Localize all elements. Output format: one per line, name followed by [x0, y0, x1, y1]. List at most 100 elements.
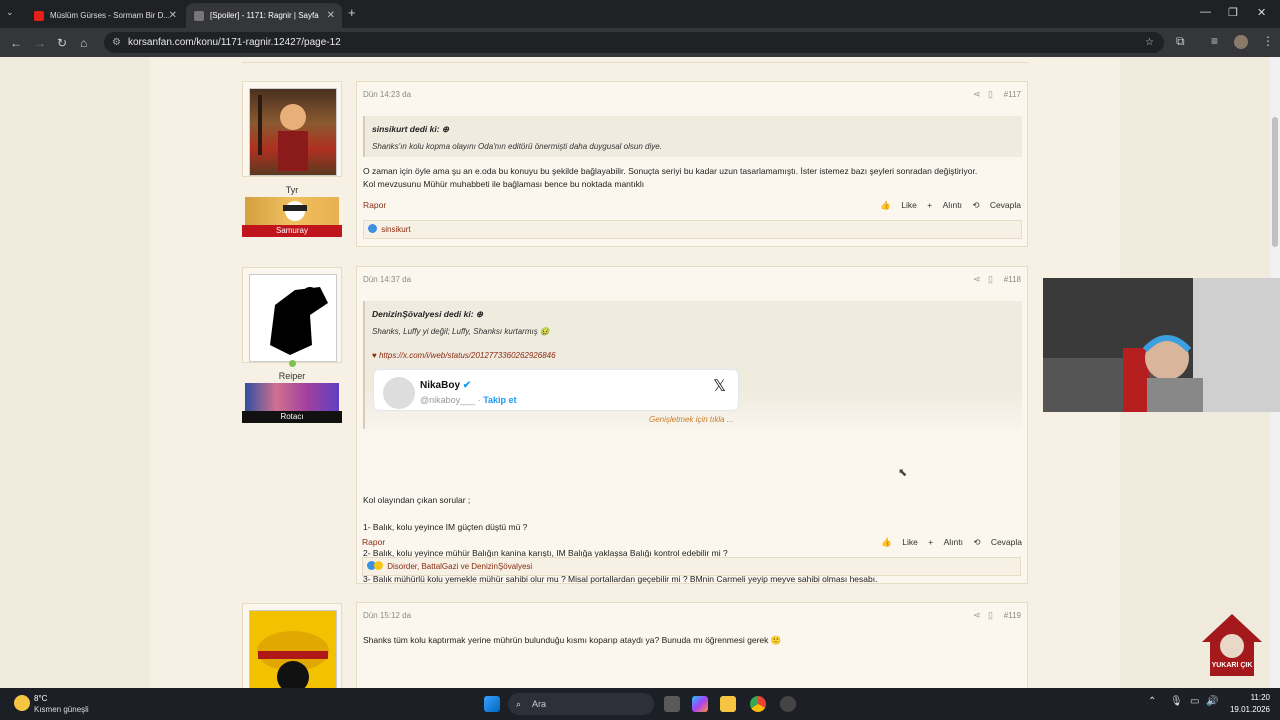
media-icon[interactable]: ≡ [1211, 34, 1218, 48]
close-tab-icon[interactable]: ✕ [169, 10, 177, 21]
weather-desc[interactable]: Kısmen güneşli [34, 705, 89, 714]
tweet-link[interactable]: ♥ https://x.com/i/web/status/20127733602… [372, 351, 556, 360]
quote-author[interactable]: sinsikurt dedi ki: ⊕ [372, 124, 449, 135]
rank-label: Samuray [242, 225, 342, 237]
search-label: Ara [532, 699, 547, 709]
task-view-icon[interactable] [664, 696, 680, 712]
weather-icon[interactable] [14, 695, 30, 711]
username[interactable]: Tyr [242, 185, 342, 195]
mouse-cursor-icon: ⬉ [898, 467, 908, 479]
like-label: Like [902, 537, 918, 547]
x-logo-icon: 𝕏 [713, 378, 726, 395]
like-button[interactable]: 👍 Like [881, 537, 918, 547]
tray-chevron-icon[interactable]: ⌃ [1148, 696, 1156, 707]
tweet-embed[interactable]: NikaBoy ✔ @nikaboy___ · Takip et 𝕏 [373, 369, 739, 411]
reactions-bar[interactable]: sinsikurt [363, 220, 1022, 239]
tab-search-icon[interactable]: ⌄ [6, 7, 14, 18]
reply-label: Cevapla [990, 537, 1022, 547]
reaction-users[interactable]: Disorder, BattalGazi ve DenizinŞövalyesi [387, 562, 532, 571]
chrome-icon[interactable] [750, 696, 766, 712]
follow-link[interactable]: Takip et [483, 395, 516, 405]
menu-icon[interactable]: ⋮ [1262, 34, 1274, 48]
tweet-name: NikaBoy ✔ [420, 380, 471, 391]
reply-button[interactable]: ⟲ Cevapla [972, 200, 1021, 210]
scroll-top-label: YUKARI ÇIK [1211, 662, 1253, 669]
report-link[interactable]: Rapor [363, 200, 386, 210]
profile-avatar[interactable] [1234, 35, 1248, 49]
copilot-icon[interactable] [692, 696, 708, 712]
tab-title: [Spoiler] - 1171: Ragnir | Sayfa [210, 11, 319, 20]
minimize-button[interactable]: — [1200, 6, 1211, 18]
post-time[interactable]: Dün 15:12 da [363, 611, 411, 620]
forward-icon[interactable]: → [34, 36, 46, 50]
quote-button[interactable]: + Alıntı [928, 537, 963, 547]
new-tab-button[interactable]: + [348, 5, 356, 20]
rank-label: Rotacı [242, 411, 342, 423]
share-icon[interactable]: ⋖ [973, 610, 981, 620]
haha-reaction-icon [374, 561, 383, 570]
volume-icon[interactable]: 🔊 [1206, 696, 1218, 707]
tweet-handle: @nikaboy___ · Takip et [420, 395, 517, 405]
share-icon[interactable]: ⋖ [973, 89, 981, 99]
post-icons: ⋖ ▯ [973, 274, 993, 285]
browser-tab-strip: ⌄ Müslüm Gürses - Sormam Bir D... ✕ [Spo… [0, 0, 1280, 28]
clock-date[interactable]: 19.01.2026 [1222, 705, 1270, 714]
tweet-link-text: https://x.com/i/web/status/2012773360262… [378, 351, 556, 360]
username[interactable]: Reiper [242, 371, 342, 381]
quote-block: DenizinŞövalyesi dedi ki: ⊕ Shanks, Luff… [363, 301, 1022, 429]
avatar[interactable] [249, 88, 337, 176]
reply-label: Cevapla [989, 200, 1021, 210]
post-number[interactable]: #119 [1004, 611, 1021, 620]
post-text-line: Kol olayından çıkan sorular ; [363, 495, 471, 505]
avatar[interactable] [249, 610, 337, 688]
post-119: Dün 15:12 da ⋖ ▯ #119 Shanks tüm kolu ka… [356, 602, 1028, 688]
bookmark-star-icon[interactable]: ☆ [1145, 32, 1154, 53]
home-icon[interactable]: ⌂ [80, 36, 87, 50]
expand-link[interactable]: Genişletmek için tıkla ... [649, 415, 733, 424]
back-icon[interactable]: ← [10, 36, 22, 50]
site-info-icon[interactable]: ⚙ [112, 32, 121, 53]
share-icon[interactable]: ⋖ [973, 274, 981, 284]
network-icon[interactable]: ▭ [1190, 696, 1199, 707]
reactions-bar[interactable]: Disorder, BattalGazi ve DenizinŞövalyesi [362, 557, 1021, 576]
quote-text: Shanks, Luffy yi değil; Luffy, Shanksı k… [372, 327, 550, 336]
reaction-users[interactable]: sinsikurt [381, 225, 410, 234]
like-button[interactable]: 👍 Like [880, 200, 917, 210]
post-time[interactable]: Dün 14:23 da [363, 90, 411, 99]
scrollbar-thumb[interactable] [1272, 117, 1278, 247]
reply-button[interactable]: ⟲ Cevapla [973, 537, 1022, 547]
post-text-line: Shanks tüm kolu kaptırmak yerine mührün … [363, 635, 782, 645]
url-input[interactable]: ⚙ korsanfan.com/konu/1171-ragnir.12427/p… [104, 32, 1164, 53]
tab-forum[interactable]: [Spoiler] - 1171: Ragnir | Sayfa ✕ [186, 3, 342, 28]
clock-time[interactable]: 11:20 [1230, 693, 1270, 702]
taskbar-search[interactable]: ⌕ Ara [508, 693, 654, 715]
quote-author[interactable]: DenizinŞövalyesi dedi ki: ⊕ [372, 309, 483, 320]
avatar[interactable] [249, 274, 337, 362]
quote-label: Alıntı [943, 537, 963, 547]
report-link[interactable]: Rapor [362, 537, 385, 547]
user-avatar-box [242, 81, 342, 177]
scroll-top-button[interactable]: YUKARI ÇIK [1200, 612, 1264, 678]
quote-block: sinsikurt dedi ki: ⊕ Shanks'ın kolu kopm… [363, 116, 1022, 157]
quote-button[interactable]: + Alıntı [927, 200, 962, 210]
weather-temp[interactable]: 8°C [34, 694, 47, 703]
post-time[interactable]: Dün 14:37 da [363, 275, 411, 284]
extensions-icon[interactable]: ⧉ [1176, 34, 1185, 49]
bookmark-icon[interactable]: ▯ [988, 274, 993, 284]
post-number[interactable]: #118 [1004, 275, 1021, 284]
close-tab-icon[interactable]: ✕ [327, 10, 335, 21]
close-window-button[interactable]: ✕ [1257, 6, 1266, 19]
bookmark-icon[interactable]: ▯ [988, 610, 993, 620]
restore-button[interactable]: ❐ [1228, 6, 1238, 19]
bookmark-icon[interactable]: ▯ [988, 89, 993, 99]
start-icon[interactable] [484, 696, 500, 712]
online-status-icon [289, 360, 296, 367]
post-number[interactable]: #117 [1004, 90, 1021, 99]
app-icon[interactable] [780, 696, 796, 712]
microphone-icon[interactable]: 🎙 [1170, 696, 1183, 707]
tab-music[interactable]: Müslüm Gürses - Sormam Bir D... ✕ [26, 3, 184, 28]
user-avatar-box [242, 267, 342, 363]
file-explorer-icon[interactable] [720, 696, 736, 712]
twitter-bird-icon: ♥ [372, 351, 377, 360]
reload-icon[interactable]: ↻ [57, 36, 67, 50]
